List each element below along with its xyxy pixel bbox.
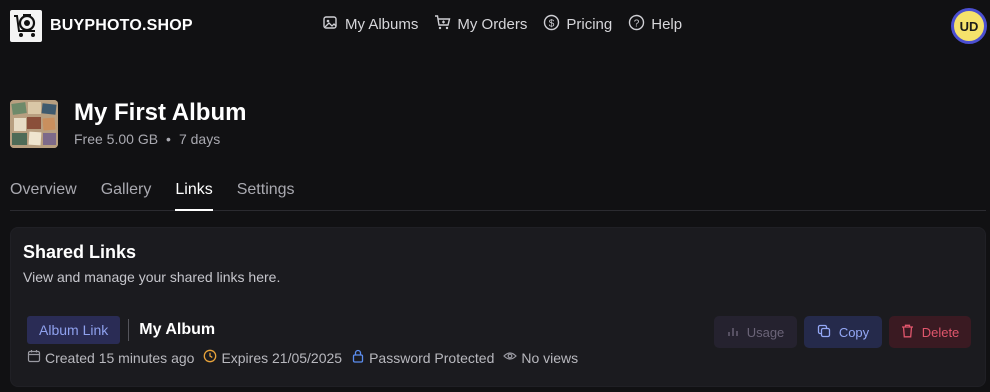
help-icon: ?	[628, 14, 651, 35]
calendar-icon	[27, 349, 45, 366]
copy-button-label: Copy	[838, 324, 870, 340]
meta-separator: •	[166, 131, 171, 147]
link-actions: Usage Copy Delete	[714, 316, 971, 348]
trash-icon	[901, 324, 922, 341]
lock-icon	[351, 349, 369, 366]
nav-pricing[interactable]: $ Pricing	[543, 14, 612, 35]
link-views-text: No views	[521, 349, 579, 366]
delete-button[interactable]: Delete	[889, 316, 971, 348]
tab-gallery[interactable]: Gallery	[101, 178, 152, 211]
link-expires-text: Expires 21/05/2025	[221, 349, 343, 366]
cart-icon	[434, 14, 457, 35]
top-navigation-bar: BUYPHOTO.SHOP My Albums My Orders $ Pric…	[0, 0, 990, 52]
usage-button-label: Usage	[746, 324, 785, 340]
albums-icon	[322, 14, 345, 35]
nav-label: My Orders	[457, 16, 528, 33]
svg-text:?: ?	[634, 18, 640, 29]
link-protection-text: Password Protected	[369, 349, 495, 366]
nav-help[interactable]: ? Help	[628, 14, 682, 35]
shared-link-item: Album Link My Album	[27, 316, 215, 344]
link-meta: Created 15 minutes ago Expires 21/05/202…	[27, 349, 587, 366]
album-title: My First Album	[74, 99, 247, 126]
avatar-initials: UD	[959, 18, 979, 34]
tab-links[interactable]: Links	[175, 178, 213, 211]
bar-chart-icon	[727, 325, 747, 340]
usage-button[interactable]: Usage	[714, 316, 797, 348]
brand[interactable]: BUYPHOTO.SHOP	[10, 10, 193, 42]
tab-settings[interactable]: Settings	[237, 178, 295, 211]
user-avatar[interactable]: UD	[951, 8, 987, 44]
card-title: Shared Links	[23, 242, 137, 262]
nav-label: My Albums	[345, 16, 419, 33]
card-subtitle: View and manage your shared links here.	[23, 269, 281, 285]
link-protection: Password Protected	[351, 349, 494, 366]
album-thumbnail	[10, 100, 58, 148]
dollar-icon: $	[543, 14, 566, 35]
tab-overview[interactable]: Overview	[10, 178, 77, 211]
copy-icon	[817, 324, 839, 341]
nav-label: Pricing	[566, 16, 613, 33]
link-views: No views	[503, 349, 578, 366]
svg-text:$: $	[549, 18, 555, 29]
link-name: My Album	[139, 321, 216, 338]
album-info: My First Album Free 5.00 GB • 7 days	[74, 99, 246, 148]
link-type-badge: Album Link	[27, 316, 121, 344]
album-meta: Free 5.00 GB • 7 days	[74, 131, 246, 147]
delete-button-label: Delete	[921, 324, 960, 340]
album-tabs: Overview Gallery Links Settings	[10, 178, 986, 211]
album-storage: Free 5.00 GB	[74, 131, 159, 147]
eye-icon	[503, 349, 521, 366]
nav-label: Help	[651, 16, 683, 33]
clock-icon	[203, 349, 221, 366]
shared-links-card: Shared Links View and manage your shared…	[10, 227, 986, 387]
album-header: My First Album Free 5.00 GB • 7 days	[10, 99, 246, 148]
camera-cart-icon	[10, 10, 42, 42]
nav-my-albums[interactable]: My Albums	[322, 14, 418, 35]
link-created-text: Created 15 minutes ago	[45, 349, 195, 366]
link-expires: Expires 21/05/2025	[203, 349, 342, 366]
divider	[128, 319, 130, 341]
main-nav: My Albums My Orders $ Pricing ? Help	[322, 14, 698, 35]
nav-my-orders[interactable]: My Orders	[434, 14, 527, 35]
brand-name: BUYPHOTO.SHOP	[50, 17, 193, 34]
link-created: Created 15 minutes ago	[27, 349, 194, 366]
copy-button[interactable]: Copy	[804, 316, 882, 348]
album-duration: 7 days	[178, 131, 221, 147]
